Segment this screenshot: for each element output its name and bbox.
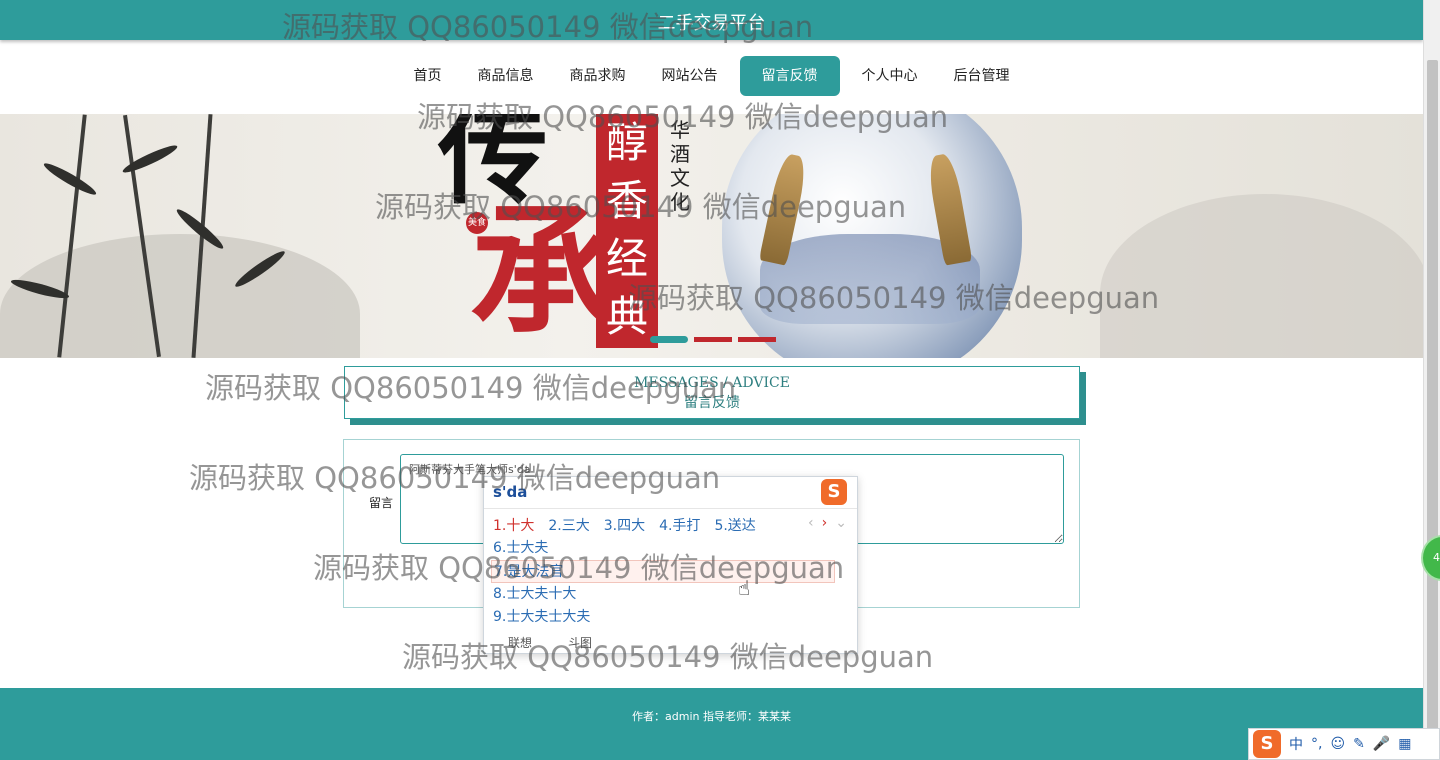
emoji-icon[interactable]: ☺ [1330, 736, 1345, 752]
ime-lang-toggle[interactable]: 中 [1289, 734, 1303, 754]
grid-icon[interactable]: ▦ [1398, 736, 1411, 752]
ime-candidate[interactable]: 4.手打 [659, 515, 700, 535]
ime-sticker-link[interactable]: 斗图 [568, 634, 592, 651]
nav-user-center[interactable]: 个人中心 [844, 56, 936, 96]
message-label: 留言 [369, 496, 394, 510]
ime-suggest-link[interactable]: 联想 [508, 634, 532, 651]
ime-toolbar: S 中 °, ☺ ✎ 🎤 ▦ [1248, 728, 1440, 760]
ime-candidate-popup: s'da S 1.十大 2.三大 3.四大 4.手打 5.送达 ‹ › ⌄ 6.… [483, 476, 858, 654]
chevron-down-icon[interactable]: ⌄ [835, 515, 847, 531]
ime-candidate[interactable]: 9.士大夫士大夫 [493, 606, 835, 629]
ime-candidate[interactable]: 6.士大夫 [493, 537, 835, 560]
punctuation-icon[interactable]: °, [1311, 736, 1322, 752]
hero-banner: 传 承 美食 醇 香 经 典 华酒文化 [0, 114, 1423, 358]
seal-stamp: 美食 [466, 212, 488, 234]
banner-red-char: 经 [605, 234, 648, 283]
ime-composition: s'da [493, 483, 528, 501]
main-nav: 首页 商品信息 商品求购 网站公告 留言反馈 个人中心 后台管理 [0, 56, 1423, 96]
banner-char-cheng: 承 [470, 190, 611, 354]
scrollbar-thumb[interactable] [1427, 60, 1438, 740]
divider [484, 508, 857, 509]
ime-candidate[interactable]: 2.三大 [548, 515, 589, 535]
sogou-logo-icon[interactable]: S [1253, 730, 1281, 758]
footer-credit: 作者：admin 指导老师：某某某 [632, 710, 791, 723]
section-heading: MESSAGES / ADVICE 留言反馈 [344, 366, 1080, 419]
pen-icon[interactable]: ✎ [1353, 736, 1365, 752]
page-scrollbar[interactable] [1423, 0, 1440, 760]
chevron-right-icon[interactable]: › [822, 515, 828, 531]
top-bar: 二手交易平台 [0, 0, 1423, 40]
banner-vertical-text: 华酒文化 [670, 118, 690, 214]
chevron-left-icon[interactable]: ‹ [808, 515, 814, 531]
ime-page-controls: ‹ › ⌄ [808, 515, 847, 531]
section-title-cn: 留言反馈 [684, 395, 740, 411]
carousel-dot[interactable] [650, 336, 688, 343]
site-title: 二手交易平台 [657, 13, 766, 34]
nav-home[interactable]: 首页 [396, 56, 460, 96]
ime-candidate[interactable]: 5.送达 [714, 515, 755, 535]
banner-red-char: 典 [605, 292, 648, 341]
banner-red-char: 醇 [605, 118, 648, 167]
nav-feedback[interactable]: 留言反馈 [739, 56, 840, 96]
microphone-icon[interactable]: 🎤 [1373, 736, 1390, 752]
carousel-dot[interactable] [694, 337, 732, 342]
ime-footer: 联想 斗图 [508, 634, 592, 651]
bamboo-leaf [41, 159, 99, 199]
carousel-dot[interactable] [738, 337, 776, 342]
ime-candidate[interactable]: 8.士大夫十大 [493, 583, 835, 606]
footer: 作者：admin 指导老师：某某某 [0, 688, 1423, 760]
mountain-shape [1100, 194, 1423, 358]
nav-wanted[interactable]: 商品求购 [552, 56, 644, 96]
nav-products[interactable]: 商品信息 [460, 56, 552, 96]
ime-candidate-list: 6.士大夫 7.是大法官 8.士大夫十大 9.士大夫士大夫 [491, 537, 835, 629]
red-title-block: 醇 香 经 典 [596, 114, 658, 348]
ime-candidate-row: 1.十大 2.三大 3.四大 4.手打 5.送达 [493, 515, 756, 535]
ime-candidate[interactable]: 1.十大 [493, 515, 534, 535]
banner-red-char: 香 [605, 176, 648, 225]
carousel-indicators [650, 336, 776, 343]
nav-announcements[interactable]: 网站公告 [644, 56, 736, 96]
sogou-logo-icon: S [821, 479, 847, 505]
nav-admin[interactable]: 后台管理 [936, 56, 1028, 96]
ime-candidate[interactable]: 3.四大 [604, 515, 645, 535]
ime-candidate[interactable]: 7.是大法官 [491, 560, 835, 583]
section-title-en: MESSAGES / ADVICE [634, 375, 790, 391]
hand-pointer-icon: ☝ [738, 576, 751, 600]
